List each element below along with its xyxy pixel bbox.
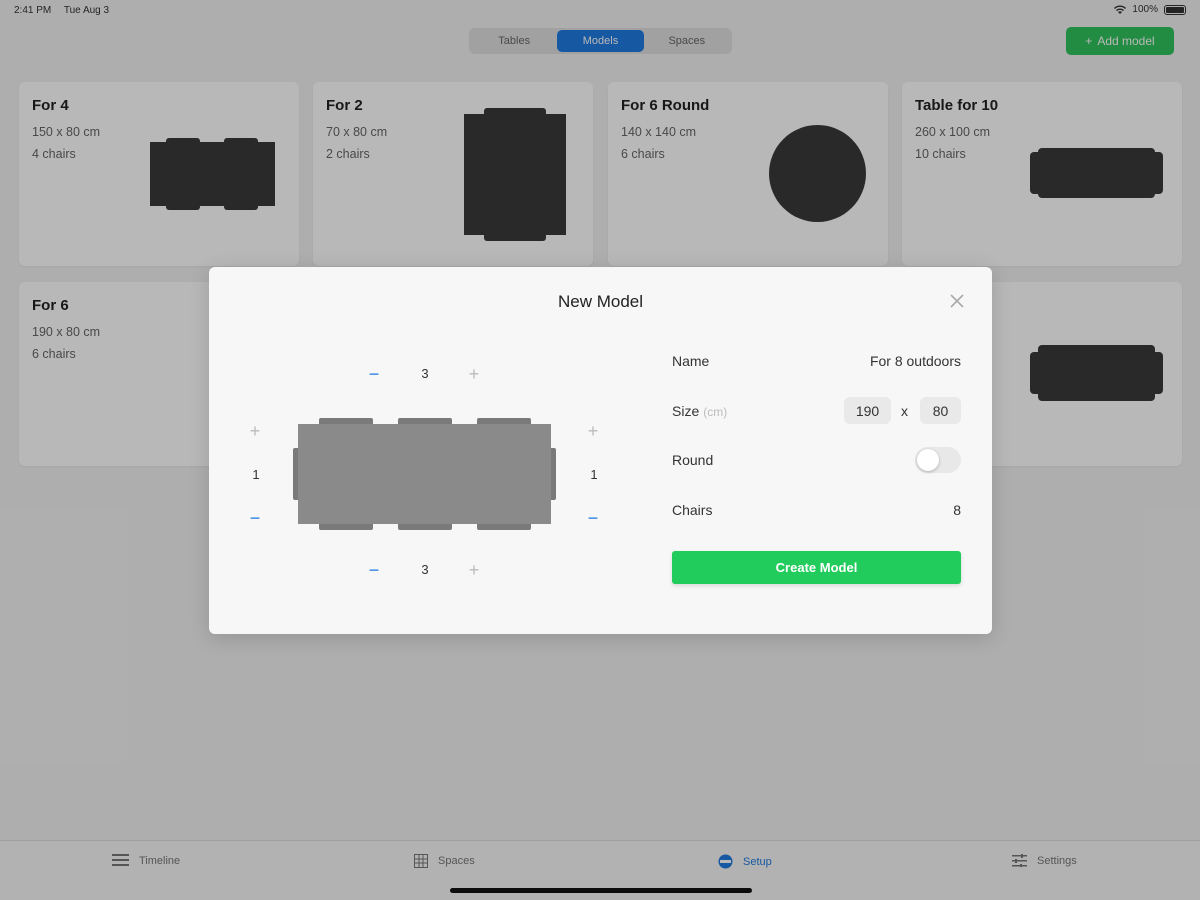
name-field[interactable]: For 8 outdoors — [870, 353, 961, 369]
right-chairs-increment[interactable]: + — [583, 422, 603, 440]
left-chairs-count: 1 — [252, 467, 260, 482]
size-unit: (cm) — [703, 405, 728, 419]
chairs-label: Chairs — [672, 502, 713, 518]
close-icon[interactable] — [948, 292, 966, 310]
create-model-button[interactable]: Create Model — [672, 551, 961, 584]
top-chairs-decrement[interactable]: − — [364, 365, 384, 383]
dialog-title: New Model — [557, 292, 644, 311]
top-chairs-increment[interactable]: + — [464, 365, 484, 383]
bottom-chairs-count: 3 — [421, 562, 429, 577]
bottom-chairs-decrement[interactable]: − — [364, 561, 384, 579]
depth-field[interactable]: 80 — [920, 397, 961, 424]
new-model-dialog: New Model − 3 + + 1 − + 1 − − 3 + Name F… — [209, 267, 992, 634]
left-chairs-increment[interactable]: + — [245, 422, 265, 440]
name-label: Name — [672, 353, 710, 369]
width-field[interactable]: 190 — [844, 397, 891, 424]
bottom-chairs-increment[interactable]: + — [464, 561, 484, 579]
round-toggle[interactable] — [915, 447, 961, 473]
chairs-value: 8 — [953, 502, 961, 518]
table-top — [298, 424, 551, 524]
left-chairs-decrement[interactable]: − — [245, 509, 265, 527]
size-label: Size (cm) — [672, 403, 728, 419]
round-label: Round — [672, 452, 714, 468]
toggle-knob — [917, 449, 939, 471]
right-chairs-decrement[interactable]: − — [583, 509, 603, 527]
size-separator: x — [901, 403, 908, 419]
right-chairs-count: 1 — [590, 467, 598, 482]
top-chairs-count: 3 — [421, 366, 429, 381]
